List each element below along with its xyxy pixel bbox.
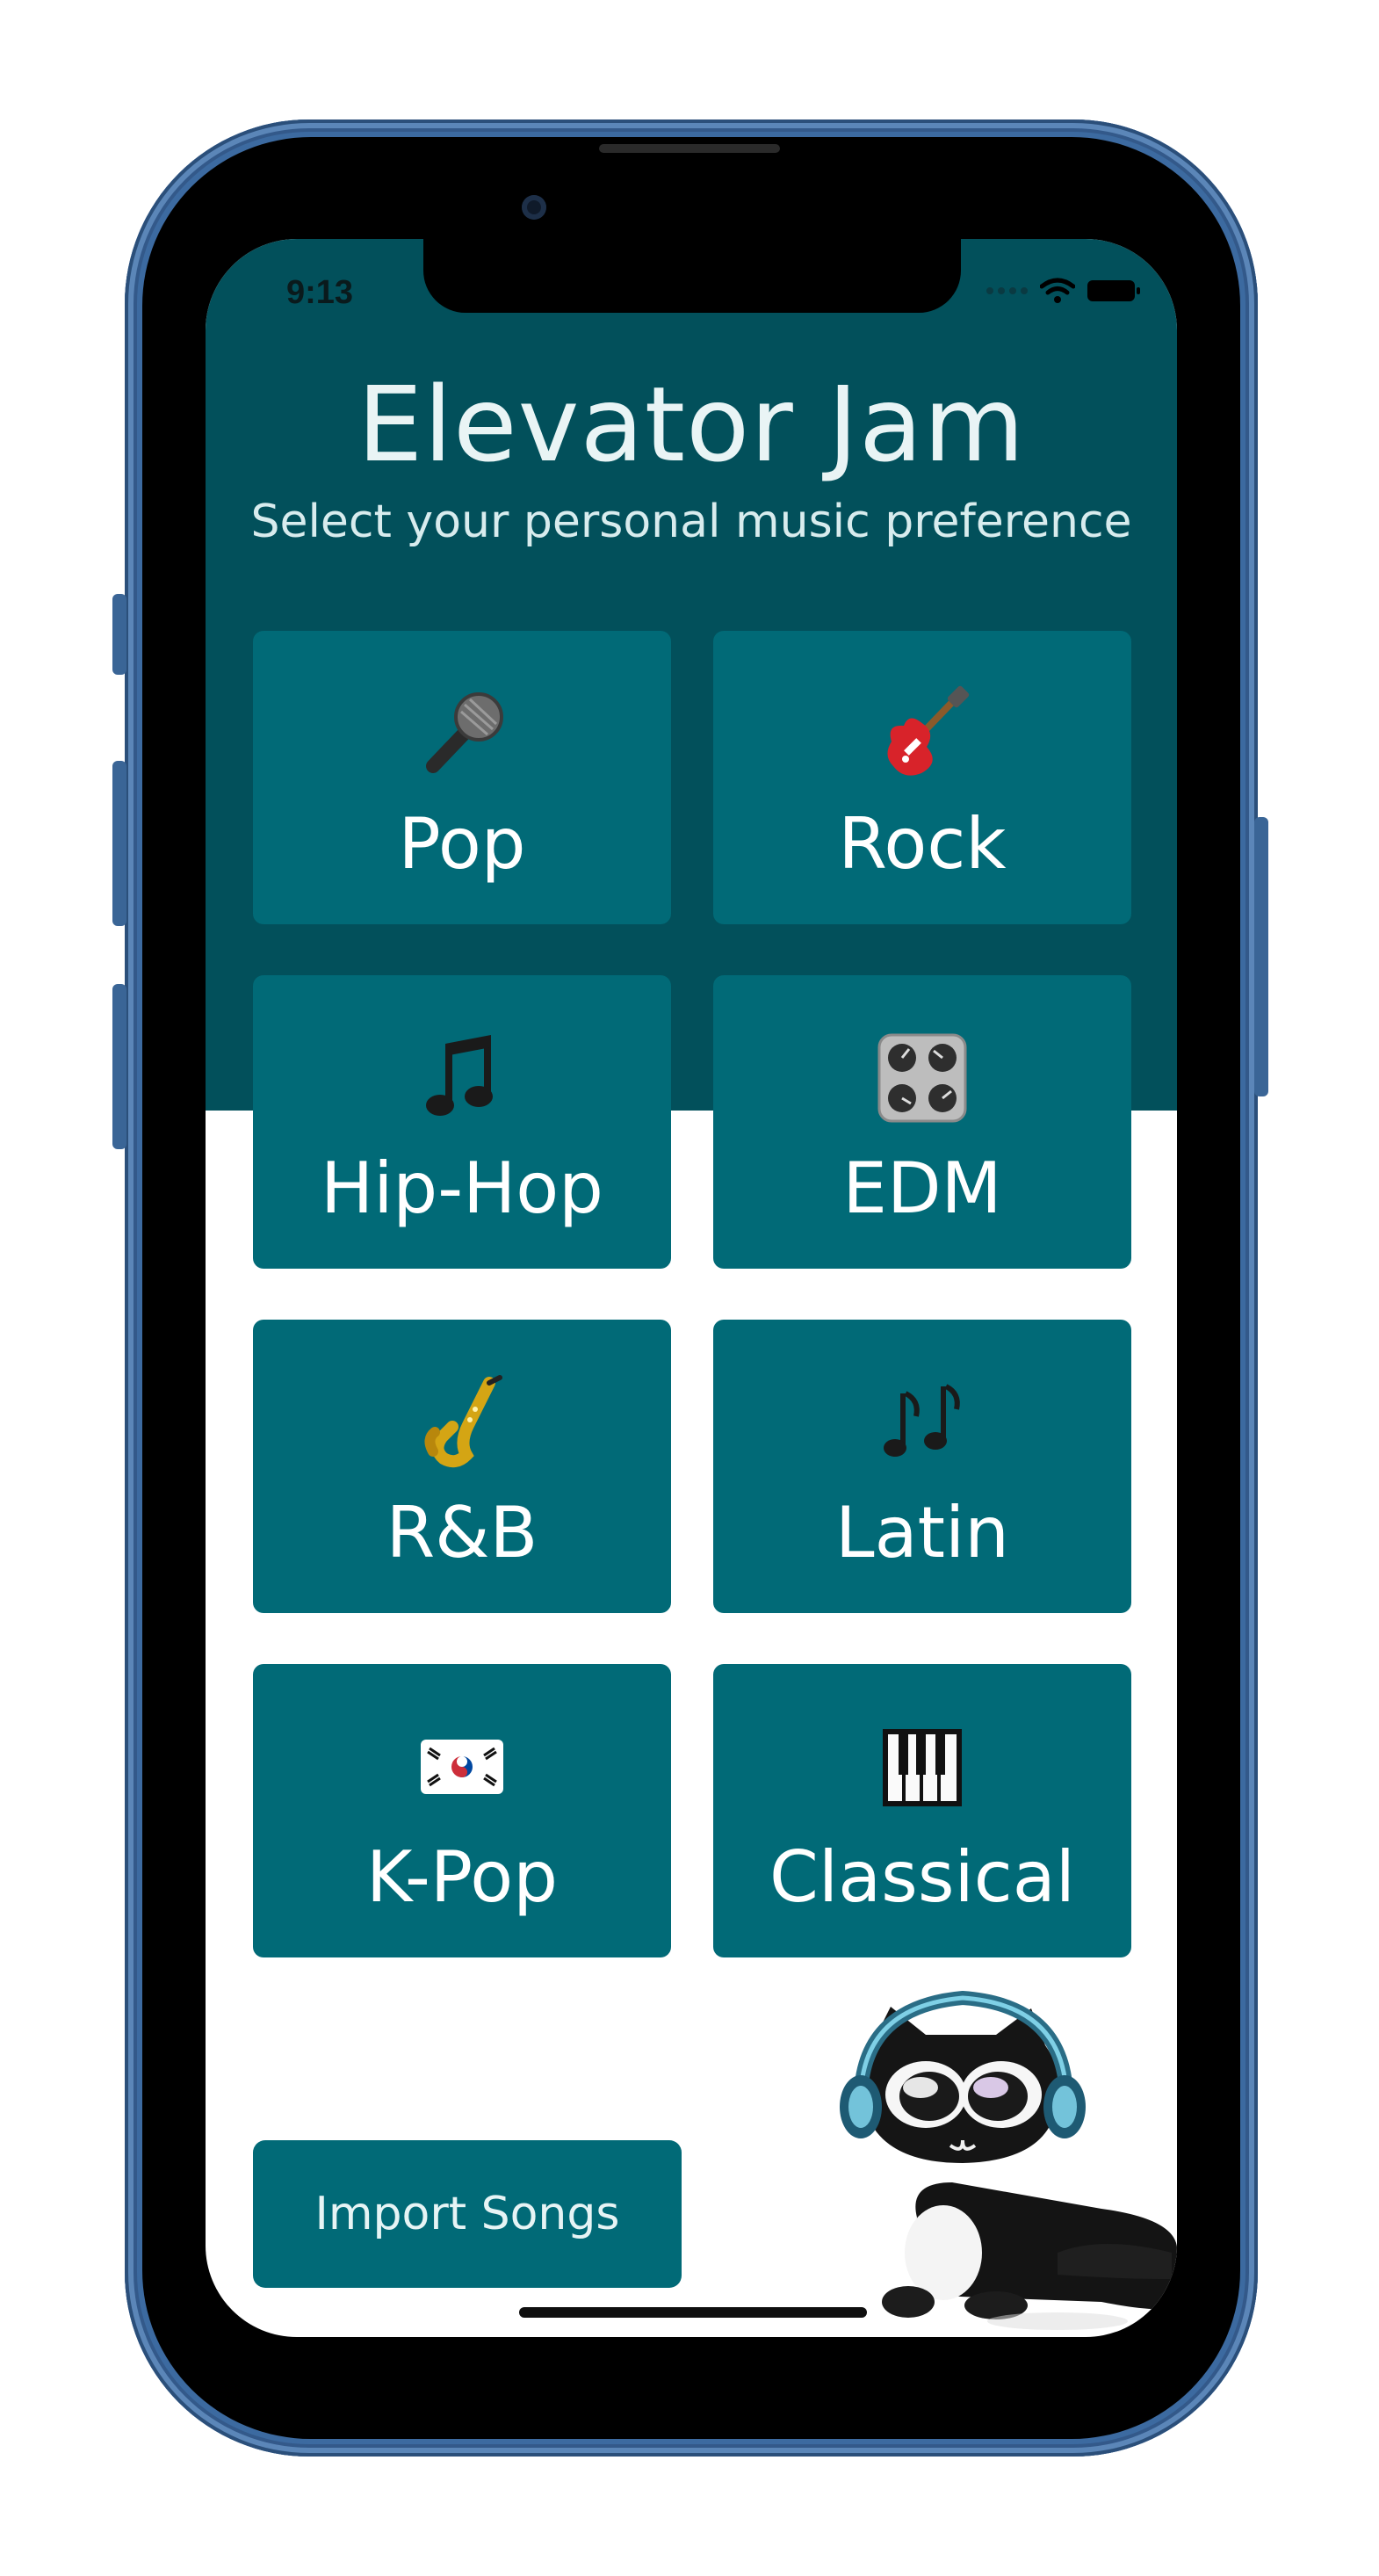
genre-tile-latin[interactable]: Latin [713,1320,1131,1613]
app-screen: 9:13 Elevator Jam Select your personal m… [206,239,1177,2337]
earpiece-speaker [599,144,780,153]
genre-tile-rnb[interactable]: R&B [253,1320,671,1613]
genre-label: Latin [835,1492,1009,1574]
power-button [1254,817,1268,1096]
genre-label: Pop [398,803,526,885]
genre-label: R&B [386,1492,538,1574]
status-time: 9:13 [286,274,354,311]
musical-notes-icon [713,1374,1131,1471]
cellular-signal-icon [986,287,1028,294]
genre-tile-pop[interactable]: Pop [253,631,671,924]
genre-label: EDM [842,1147,1002,1229]
korea-flag-icon [253,1719,671,1815]
status-icons [986,278,1140,304]
app-subtitle: Select your personal music preference [250,496,1132,548]
notch [423,239,961,313]
volume-up-button [112,761,126,926]
mute-switch [112,594,126,675]
genre-tile-k-pop[interactable]: K-Pop [253,1664,671,1957]
genre-tile-hip-hop[interactable]: Hip-Hop [253,975,671,1269]
microphone-icon [253,685,671,782]
genre-tile-classical[interactable]: Classical [713,1664,1131,1957]
music-note-icon [253,1030,671,1126]
volume-down-button [112,984,126,1149]
genre-label: Classical [769,1836,1075,1918]
genre-tile-rock[interactable]: Rock [713,631,1131,924]
battery-icon [1087,280,1140,301]
saxophone-icon [253,1374,671,1471]
electric-guitar-icon [713,685,1131,782]
app-title: Elevator Jam [357,364,1026,485]
import-songs-button[interactable]: Import Songs [253,2140,682,2288]
piano-keys-icon [713,1719,1131,1815]
wifi-icon [1040,278,1075,303]
genre-label: Hip-Hop [321,1147,603,1229]
genre-label: Rock [838,803,1007,885]
home-indicator[interactable] [519,2307,867,2318]
genre-label: K-Pop [365,1836,559,1918]
control-knobs-icon [713,1030,1131,1126]
genre-tile-edm[interactable]: EDM [713,975,1131,1269]
cat-headphones-mascot [840,1990,1177,2330]
front-camera-icon [522,195,546,220]
